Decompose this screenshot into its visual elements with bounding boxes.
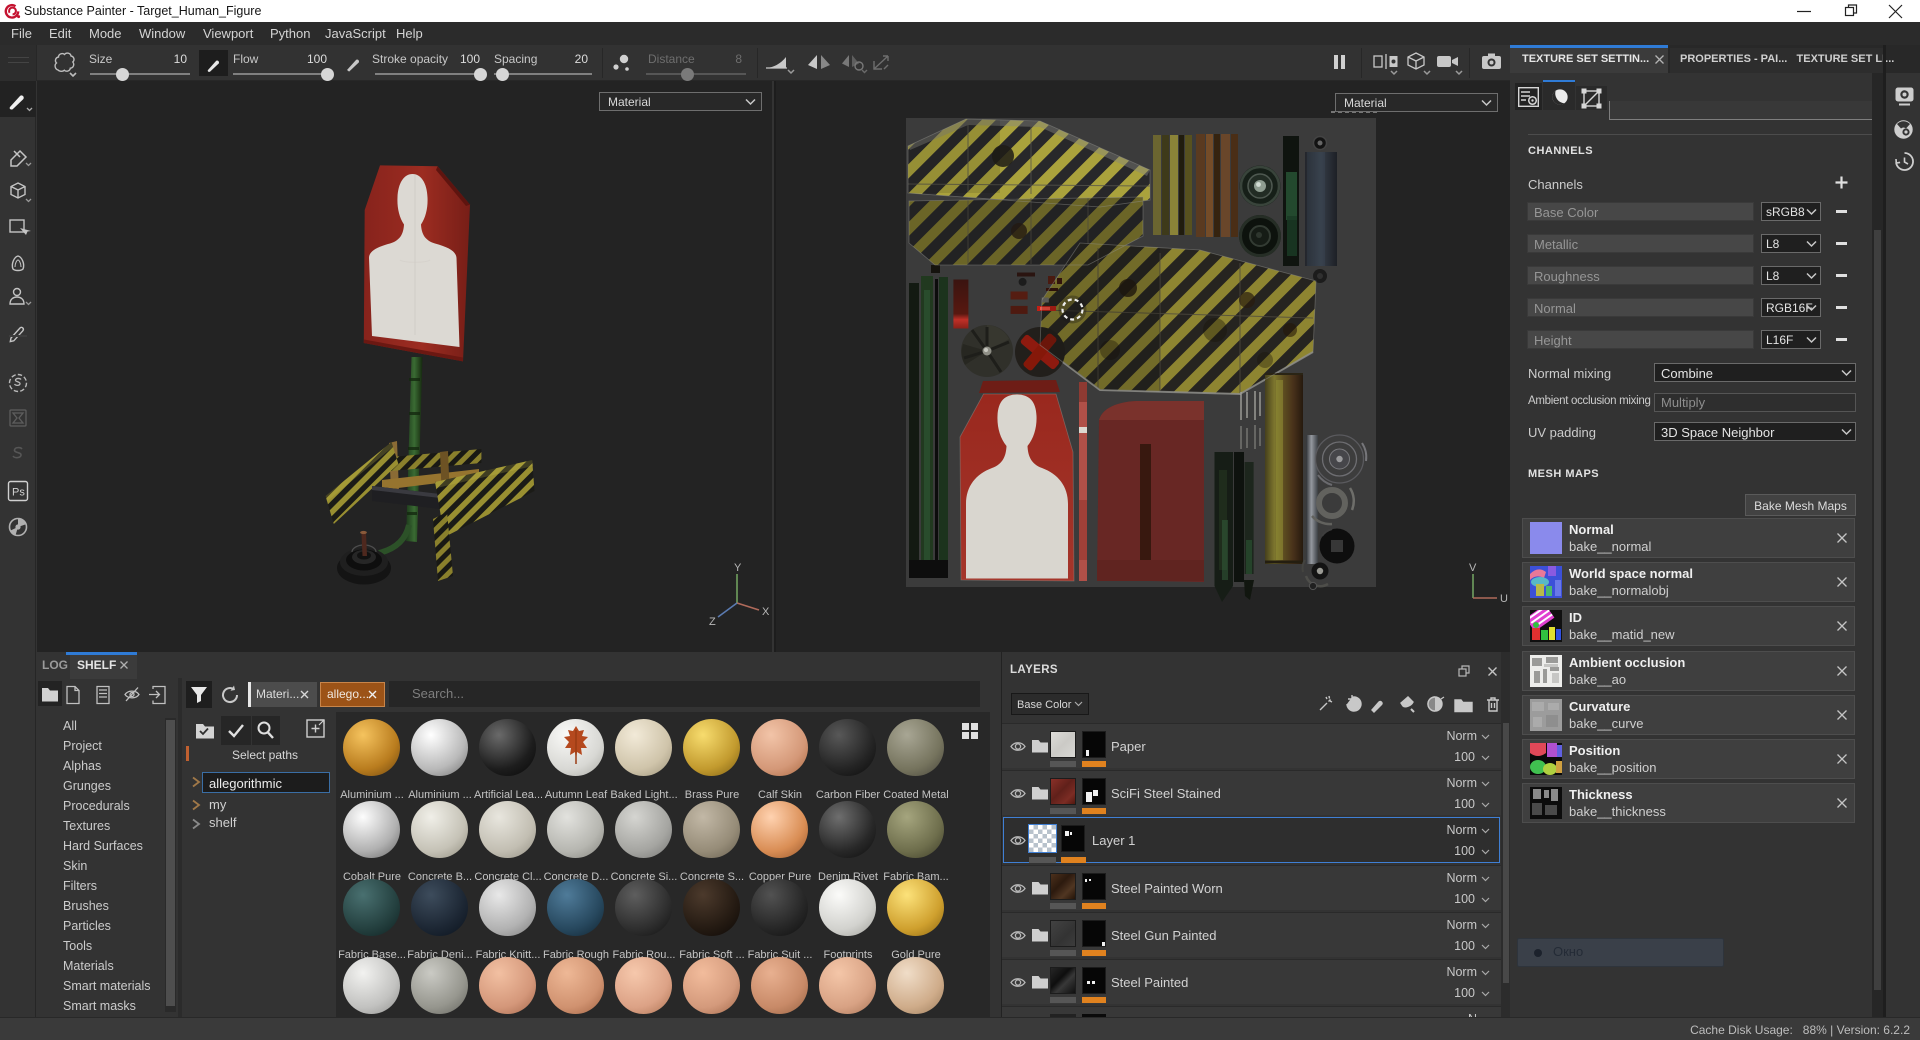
svg-text:X: X — [762, 606, 770, 618]
svg-text:U: U — [1500, 593, 1508, 605]
svg-text:V: V — [1469, 562, 1477, 574]
svg-text:Ps: Ps — [12, 487, 25, 499]
svg-text:Y: Y — [734, 562, 742, 574]
svg-text:Z: Z — [709, 616, 716, 628]
